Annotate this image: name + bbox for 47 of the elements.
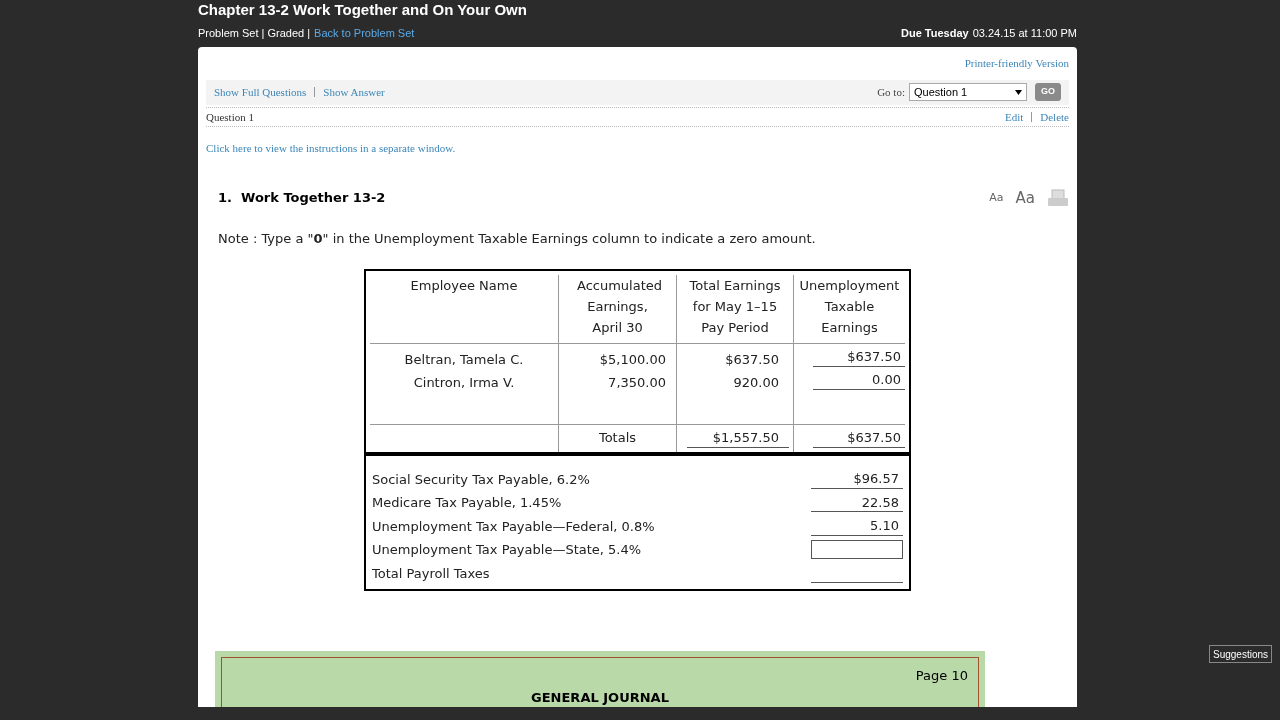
table-cell-text: Cintron, Irma V. xyxy=(412,373,516,392)
suggestions-button[interactable]: Suggestions xyxy=(1209,645,1273,663)
totals-label: Totals xyxy=(558,424,676,452)
go-button[interactable]: GO xyxy=(1035,83,1061,102)
table-cell-text: 7,350.00 xyxy=(607,373,666,392)
answer-field[interactable]: $637.50 xyxy=(813,347,905,367)
small-font-button[interactable]: Aa xyxy=(989,189,1004,206)
answer-field[interactable]: 22.58 xyxy=(811,493,903,513)
table-cell: $1,557.50 xyxy=(687,427,789,449)
tax-label: Social Security Tax Payable, 6.2% xyxy=(372,470,590,489)
action-link[interactable]: Edit xyxy=(1004,108,1024,126)
tax-label: Unemployment Tax Payable—Federal, 0.8% xyxy=(372,517,655,536)
journal-title: GENERAL JOURNAL xyxy=(531,688,669,707)
toolbar-link[interactable]: Show Answer xyxy=(323,83,385,101)
tax-label: Medicare Tax Payable, 1.45% xyxy=(372,494,562,512)
answer-field[interactable]: 0.00 xyxy=(813,370,905,390)
tax-label: Total Payroll Taxes xyxy=(372,564,490,583)
column-header: Total Earnings for May 1–15 Pay Period xyxy=(676,274,793,343)
tax-label: Unemployment Tax Payable—State, 5.4% xyxy=(372,541,642,559)
answer-field[interactable]: 5.10 xyxy=(811,516,903,536)
table-cell-text: $637.50 xyxy=(724,350,779,369)
answer-field[interactable] xyxy=(811,540,903,560)
column-header: Employee Name xyxy=(409,276,519,295)
table-cell: $637.50 xyxy=(813,427,905,449)
question-select[interactable]: Question 1 xyxy=(909,83,1027,102)
column-header: Accumulated Earnings, April 30 xyxy=(558,274,676,343)
table-cell-text: 920.00 xyxy=(732,373,779,392)
question-label: Question 1 xyxy=(206,109,254,125)
table-cell-text: Beltran, Tamela C. xyxy=(403,350,525,369)
goto-label: Go to: xyxy=(877,84,905,100)
due-date: 03.24.15 at 11:00 PM xyxy=(972,25,1077,41)
due-label: Due Tuesday xyxy=(900,25,969,41)
question-title: 1. Work Together 13-2 xyxy=(218,189,386,207)
table-cell-text: $5,100.00 xyxy=(598,350,666,369)
action-link[interactable]: Delete xyxy=(1040,108,1069,126)
instructions-link[interactable]: Click here to view the instructions in a separate window. xyxy=(206,140,1069,157)
note-text: Note : Type a "0" in the Unemployment Taxable Earnings column to indicate a zero amount. xyxy=(217,230,817,248)
printer-link[interactable]: Printer-friendly Version xyxy=(964,55,1069,72)
column-header: Unemployment Taxable Earnings xyxy=(793,274,905,343)
large-font-button[interactable]: Aa xyxy=(1015,186,1035,209)
answer-field[interactable]: $96.57 xyxy=(811,469,903,489)
dropdown-icon xyxy=(1015,89,1022,95)
subtitle-text: Problem Set | Graded | xyxy=(198,25,311,41)
page-number: Page 10 xyxy=(915,667,968,685)
page-title: Chapter 13-2 Work Together and On Your Own xyxy=(198,0,528,19)
toolbar-link[interactable]: Show Full Questions xyxy=(214,83,307,101)
back-link[interactable]: Back to Problem Set xyxy=(314,24,415,42)
